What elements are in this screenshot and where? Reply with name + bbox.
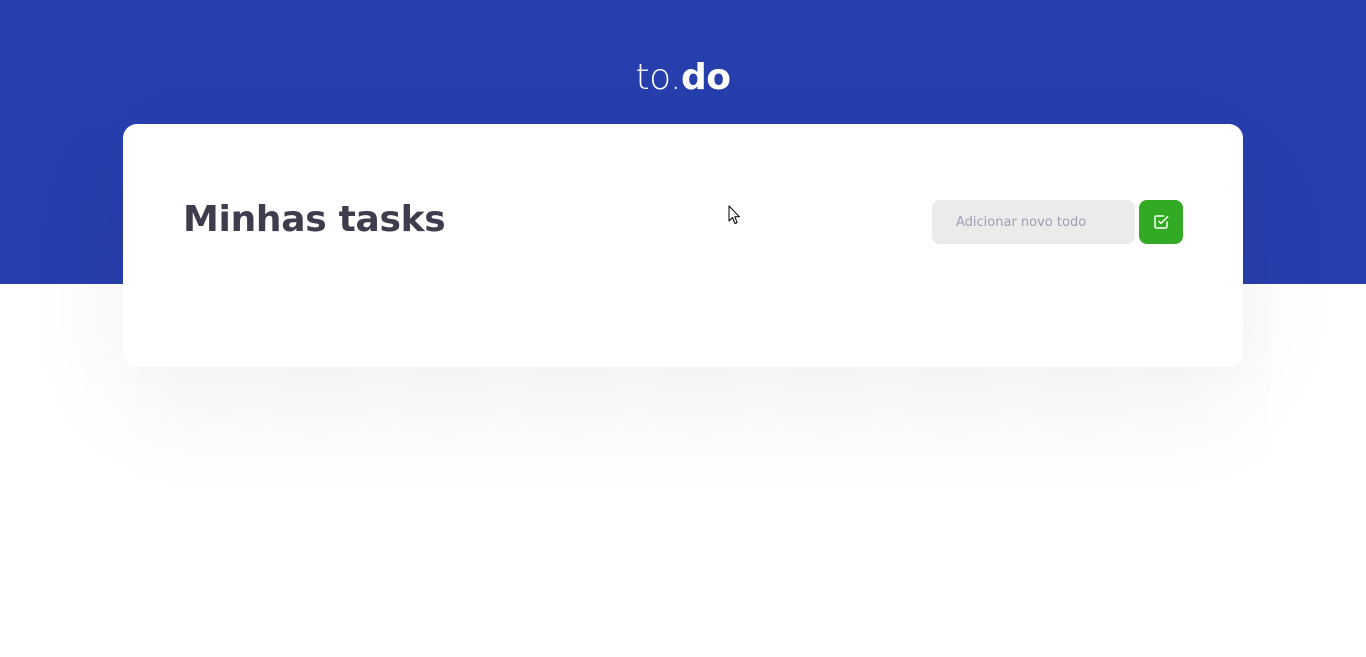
tasks-card: Minhas tasks [123,124,1243,367]
app-logo: to.do [0,56,1366,100]
check-square-icon [1154,215,1169,229]
page-title: Minhas tasks [183,199,446,240]
add-todo-button[interactable] [1139,200,1183,244]
new-todo-input[interactable] [932,200,1135,244]
logo-prefix: to. [635,57,682,98]
logo-bold: do [680,57,731,98]
